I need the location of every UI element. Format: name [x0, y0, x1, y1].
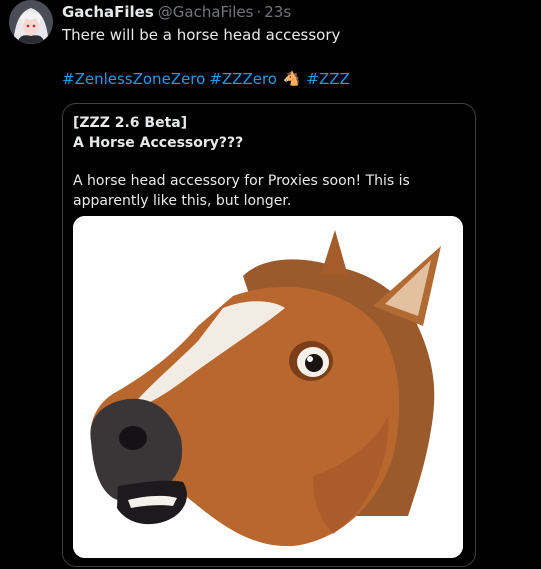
quote-body-line-1: A horse head accessory for Proxies soon!… — [73, 173, 410, 189]
quote-body: A horse head accessory for Proxies soon!… — [73, 171, 410, 211]
quote-title: [ZZZ 2.6 Beta] A Horse Accessory??? — [73, 113, 243, 153]
quoted-tweet-card[interactable]: [ZZZ 2.6 Beta] A Horse Accessory??? A ho… — [62, 103, 476, 567]
hashtag-row: #ZenlessZoneZero #ZZZero 🐴 #ZZZ — [62, 70, 350, 88]
tweet-header: GachaFiles @GachaFiles · 23s — [62, 3, 291, 23]
hashtag-zzzero[interactable]: #ZZZero — [209, 70, 277, 88]
avatar[interactable] — [9, 0, 53, 44]
horse-head-mask-image[interactable] — [73, 216, 463, 558]
separator-dot: · — [256, 3, 262, 21]
tweet-text: There will be a horse head accessory — [62, 26, 341, 44]
display-name[interactable]: GachaFiles — [62, 3, 154, 21]
avatar-anime-icon — [9, 0, 53, 44]
user-handle[interactable]: @GachaFiles — [158, 3, 254, 21]
horse-emoji-icon: 🐴 — [282, 71, 301, 87]
horse-head-icon — [73, 216, 463, 558]
timestamp[interactable]: 23s — [264, 3, 291, 21]
quote-title-line-1: [ZZZ 2.6 Beta] — [73, 115, 188, 131]
quote-body-line-2: apparently like this, but longer. — [73, 193, 292, 209]
quote-title-line-2: A Horse Accessory??? — [73, 135, 244, 151]
hashtag-zenlesszonezero[interactable]: #ZenlessZoneZero — [62, 70, 205, 88]
hashtag-zzz[interactable]: #ZZZ — [306, 70, 349, 88]
